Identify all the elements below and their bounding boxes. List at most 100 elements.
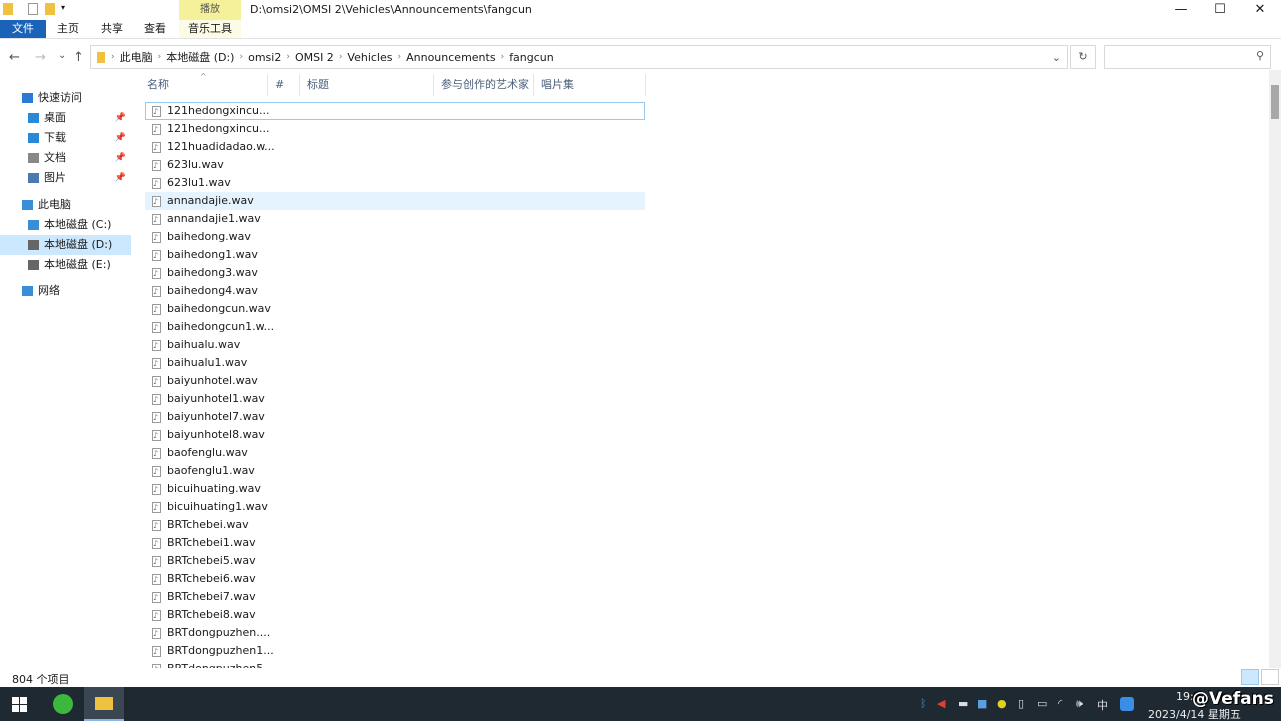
pin-icon[interactable]: 📌: [115, 128, 126, 148]
file-row[interactable]: BRTchebei6.wav: [145, 570, 645, 589]
breadcrumb-item[interactable]: Vehicles: [342, 51, 397, 64]
tab-view[interactable]: 查看: [134, 20, 176, 38]
file-explorer-taskbar-button[interactable]: [84, 687, 124, 721]
audio-file-icon: [152, 175, 161, 193]
column-name[interactable]: 名称 ^: [140, 72, 268, 96]
display-icon[interactable]: ▬: [958, 697, 968, 710]
sidebar-item[interactable]: 网络: [0, 281, 131, 301]
sidebar-item[interactable]: 快速访问: [0, 88, 131, 108]
properties-icon[interactable]: [28, 3, 38, 15]
pin-icon[interactable]: 📌: [115, 148, 126, 168]
search-input[interactable]: ⚲: [1104, 45, 1271, 69]
customize-quick-access-icon[interactable]: ▾: [61, 3, 65, 12]
sidebar-item-label: 下载: [44, 131, 66, 144]
tab-file[interactable]: 文件: [0, 20, 46, 38]
tab-share[interactable]: 共享: [91, 20, 133, 38]
minimize-button[interactable]: —: [1161, 0, 1201, 20]
file-row[interactable]: baiyunhotel8.wav: [145, 426, 645, 445]
browser-icon[interactable]: [53, 694, 73, 714]
tab-music-tools[interactable]: 音乐工具: [179, 20, 241, 38]
pin-icon[interactable]: 📌: [115, 168, 126, 188]
file-row[interactable]: baihedong.wav: [145, 228, 645, 247]
column-artist[interactable]: 参与创作的艺术家: [434, 74, 534, 96]
file-row[interactable]: baihualu.wav: [145, 336, 645, 355]
sidebar-item[interactable]: 此电脑: [0, 195, 131, 215]
file-row[interactable]: baihedong4.wav: [145, 282, 645, 301]
file-row[interactable]: BRTdongpuzhen5...: [145, 660, 645, 668]
address-dropdown-icon[interactable]: ⌄: [1052, 51, 1061, 64]
breadcrumb-item[interactable]: omsi2: [243, 51, 286, 64]
file-row[interactable]: BRTchebei5.wav: [145, 552, 645, 571]
large-icons-view-button[interactable]: [1261, 669, 1279, 685]
file-row[interactable]: 121hedongxincu...: [145, 120, 645, 139]
sidebar-item[interactable]: 文档 📌: [0, 148, 131, 168]
sidebar-item-label: 文档: [44, 151, 66, 164]
file-row[interactable]: bicuihuating.wav: [145, 480, 645, 499]
sidebar-item[interactable]: 下载 📌: [0, 128, 131, 148]
file-row[interactable]: BRTchebei7.wav: [145, 588, 645, 607]
usb-icon[interactable]: ▯: [1018, 697, 1024, 710]
ime-indicator[interactable]: 中: [1097, 697, 1108, 713]
breadcrumb-item[interactable]: 本地磁盘 (D:): [161, 49, 239, 65]
sidebar-item[interactable]: 本地磁盘 (E:): [0, 255, 131, 275]
file-row[interactable]: baiyunhotel.wav: [145, 372, 645, 391]
file-row[interactable]: BRTdongpuzhen....: [145, 624, 645, 643]
file-row[interactable]: BRTchebei.wav: [145, 516, 645, 535]
column-album[interactable]: 唱片集: [534, 74, 646, 96]
tab-home[interactable]: 主页: [47, 20, 89, 38]
wifi-icon[interactable]: ◜: [1058, 697, 1062, 710]
volume-icon[interactable]: 🕪: [1076, 697, 1083, 711]
breadcrumb-item[interactable]: Announcements: [401, 51, 500, 64]
file-row[interactable]: BRTdongpuzhen1...: [145, 642, 645, 661]
column-number[interactable]: #: [268, 74, 300, 96]
file-row[interactable]: annandajie.wav: [145, 192, 645, 211]
close-button[interactable]: ✕: [1240, 0, 1280, 20]
vertical-scrollbar[interactable]: [1269, 70, 1281, 668]
file-row[interactable]: baofenglu.wav: [145, 444, 645, 463]
file-row[interactable]: baofenglu1.wav: [145, 462, 645, 481]
column-title[interactable]: 标题: [300, 74, 434, 96]
address-bar[interactable]: › 此电脑 › 本地磁盘 (D:) › omsi2 › OMSI 2 › Vehicle…: [90, 45, 1068, 69]
battery-icon[interactable]: ▭: [1037, 697, 1047, 710]
file-row[interactable]: baihedong1.wav: [145, 246, 645, 265]
file-row[interactable]: annandajie1.wav: [145, 210, 645, 229]
sidebar-item[interactable]: 本地磁盘 (D:): [0, 235, 131, 255]
security-icon[interactable]: ●: [997, 697, 1007, 710]
forward-button[interactable]: →: [35, 50, 46, 65]
scrollbar-thumb[interactable]: [1271, 85, 1279, 119]
start-button[interactable]: [12, 697, 27, 712]
new-folder-icon[interactable]: [45, 3, 55, 15]
file-row[interactable]: BRTchebei1.wav: [145, 534, 645, 553]
file-row[interactable]: 623lu.wav: [145, 156, 645, 175]
file-row[interactable]: baihualu1.wav: [145, 354, 645, 373]
file-row[interactable]: 121hedongxincu...: [145, 102, 645, 121]
pin-icon[interactable]: 📌: [115, 108, 126, 128]
file-row[interactable]: baiyunhotel1.wav: [145, 390, 645, 409]
file-row[interactable]: 623lu1.wav: [145, 174, 645, 193]
qq-icon[interactable]: [1120, 697, 1134, 711]
file-row[interactable]: bicuihuating1.wav: [145, 498, 645, 517]
recent-locations-button[interactable]: ⌄: [58, 50, 66, 61]
speaker-app-icon[interactable]: ◀: [937, 697, 945, 710]
details-view-button[interactable]: [1241, 669, 1259, 685]
file-row[interactable]: baihedongcun.wav: [145, 300, 645, 319]
sidebar-item[interactable]: 本地磁盘 (C:): [0, 215, 131, 235]
breadcrumb-item[interactable]: OMSI 2: [290, 51, 339, 64]
file-name: baihedong4.wav: [167, 284, 258, 297]
maximize-button[interactable]: ☐: [1200, 0, 1240, 20]
file-name: bicuihuating.wav: [167, 482, 261, 495]
app-tray-icon[interactable]: ■: [977, 697, 987, 710]
back-button[interactable]: ←: [9, 50, 20, 65]
up-button[interactable]: ↑: [73, 50, 84, 65]
refresh-button[interactable]: ↻: [1070, 45, 1096, 69]
sidebar-item[interactable]: 桌面 📌: [0, 108, 131, 128]
file-row[interactable]: 121huadidadao.w...: [145, 138, 645, 157]
file-row[interactable]: baihedong3.wav: [145, 264, 645, 283]
file-row[interactable]: baihedongcun1.w...: [145, 318, 645, 337]
breadcrumb-item[interactable]: 此电脑: [115, 49, 158, 65]
bluetooth-icon[interactable]: ᛒ: [920, 697, 927, 710]
sidebar-item[interactable]: 图片 📌: [0, 168, 131, 188]
breadcrumb-item[interactable]: fangcun: [504, 51, 559, 64]
file-row[interactable]: baiyunhotel7.wav: [145, 408, 645, 427]
file-row[interactable]: BRTchebei8.wav: [145, 606, 645, 625]
